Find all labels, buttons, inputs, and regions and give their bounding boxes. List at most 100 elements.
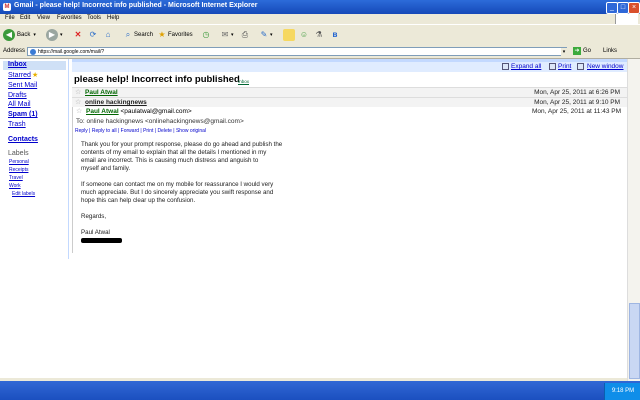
address-input[interactable]: https://mail.google.com/mail/? (27, 47, 567, 56)
message-sender: online hackingnews (85, 99, 147, 106)
vertical-scrollbar[interactable] (627, 59, 640, 381)
back-button[interactable]: ◀ Back ▾ (3, 28, 36, 42)
refresh-button[interactable]: ⟳ (87, 28, 99, 42)
research-icon: ⚗ (315, 30, 323, 39)
print-link[interactable]: Print (558, 63, 571, 70)
history-button[interactable]: ◷ (200, 28, 212, 42)
star-icon: ★ (31, 72, 39, 79)
close-button[interactable]: × (628, 2, 640, 14)
message-body-line: Regards, (81, 213, 107, 220)
menu-file[interactable]: File (5, 15, 15, 21)
address-dropdown-icon[interactable]: ▾ (561, 48, 567, 56)
message-row-collapsed[interactable]: ☆ Paul Atwal Mon, Apr 25, 2011 at 6:26 P… (72, 87, 627, 97)
message-row-collapsed[interactable]: ☆ online hackingnews Mon, Apr 25, 2011 a… (72, 97, 627, 107)
open-message: ☆ Paul Atwal <paulatwal@gmail.com> Mon, … (72, 107, 628, 253)
message-sender[interactable]: Paul Atwal (86, 108, 119, 115)
home-button[interactable]: ⌂ (102, 28, 114, 42)
bluetooth-button[interactable]: ʙ (329, 28, 341, 42)
label-work[interactable]: Work (9, 183, 21, 189)
mail-button[interactable]: ✉ ▾ (219, 28, 234, 42)
edit-labels-link[interactable]: Edit labels (12, 191, 35, 197)
forward-arrow-icon: ▶ (46, 29, 58, 41)
message-signature: Paul Atwal (81, 229, 110, 236)
star-toggle-icon[interactable]: ☆ (75, 88, 81, 96)
message-sender-line: Paul Atwal <paulatwal@gmail.com> (86, 108, 192, 115)
message-body-line: email are incorrect. This is causing muc… (81, 157, 259, 164)
chevron-down-icon[interactable]: ▾ (60, 32, 63, 38)
message-sender-email: <paulatwal@gmail.com> (120, 108, 192, 115)
print-toolbar-button[interactable]: ⎙ (239, 28, 251, 42)
message-body-line: hope this can help clear up the confusio… (81, 197, 196, 204)
favorites-star-icon: ★ (158, 30, 166, 39)
menu-tools[interactable]: Tools (87, 15, 101, 21)
home-icon: ⌂ (105, 30, 111, 39)
discuss-button[interactable] (283, 28, 295, 42)
bluetooth-icon: ʙ (332, 30, 338, 39)
favorites-button[interactable]: ★ Favorites (156, 28, 193, 42)
message-recipients: To: online hackingnews <onlinehackingnew… (76, 118, 244, 125)
labels-heading: Labels (8, 150, 29, 157)
sidebar-item-all-mail[interactable]: All Mail (8, 101, 31, 108)
printer-icon: ⎙ (241, 30, 249, 39)
back-arrow-icon: ◀ (3, 29, 15, 41)
address-bar: Address https://mail.google.com/mail/? ▾… (0, 46, 640, 59)
label-travel[interactable]: Travel (9, 175, 23, 181)
label-personal[interactable]: Personal (9, 159, 29, 165)
messenger-button[interactable]: ☺ (298, 28, 310, 42)
windows-taskbar: 9:18 PM (0, 381, 640, 400)
edit-button[interactable]: ✎ ▾ (258, 28, 273, 42)
print-icon (549, 63, 556, 70)
sidebar-item-contacts[interactable]: Contacts (8, 136, 38, 143)
address-label: Address (3, 48, 26, 54)
chevron-down-icon[interactable]: ▾ (33, 32, 36, 38)
message-sender: Paul Atwal (85, 89, 118, 96)
chevron-down-icon[interactable]: ▾ (231, 32, 234, 38)
menu-help[interactable]: Help (107, 15, 119, 21)
thread-label-inbox[interactable]: Inbox (238, 79, 249, 84)
go-button[interactable]: ➜ Go (573, 47, 591, 55)
refresh-icon: ⟳ (89, 30, 97, 39)
search-icon: ⌕ (125, 30, 131, 39)
discuss-icon (283, 29, 295, 41)
message-body-line: If someone can contact me on my mobile f… (81, 181, 274, 188)
menu-favorites[interactable]: Favorites (57, 15, 82, 21)
stop-icon: ✕ (74, 30, 82, 39)
new-window-link[interactable]: New window (587, 63, 624, 70)
windows-flag-icon (615, 14, 638, 24)
expand-all-link[interactable]: Expand all (511, 63, 541, 70)
research-button[interactable]: ⚗ (313, 28, 325, 42)
thread-subject: please help! Incorrect info published (74, 74, 240, 85)
message-actions[interactable]: Reply | Reply to all | Forward | Print |… (75, 128, 206, 134)
sidebar-divider (68, 59, 69, 259)
messenger-icon: ☺ (299, 30, 309, 39)
chevron-down-icon[interactable]: ▾ (270, 32, 273, 38)
search-button[interactable]: ⌕ Search (122, 28, 153, 42)
forward-button[interactable]: ▶ ▾ (46, 28, 63, 42)
message-date: Mon, Apr 25, 2011 at 9:10 PM (534, 99, 620, 106)
ie-page-icon (30, 49, 36, 55)
menu-edit[interactable]: Edit (20, 15, 30, 21)
edit-icon: ✎ (260, 30, 268, 39)
address-url: https://mail.google.com/mail/? (38, 49, 105, 55)
label-receipts[interactable]: Receipts (9, 167, 28, 173)
favorites-label: Favorites (168, 32, 193, 38)
go-arrow-icon: ➜ (573, 47, 581, 55)
star-toggle-icon[interactable]: ☆ (76, 107, 82, 115)
menu-view[interactable]: View (37, 15, 50, 21)
message-date: Mon, Apr 25, 2011 at 6:26 PM (534, 89, 620, 96)
sidebar-item-drafts[interactable]: Drafts (8, 92, 27, 99)
links-toolbar[interactable]: Links (603, 48, 617, 54)
sidebar-item-inbox[interactable]: Inbox (8, 61, 27, 68)
sidebar-item-spam[interactable]: Spam (1) (8, 111, 38, 118)
system-tray-clock: 9:18 PM (604, 383, 640, 400)
scrollbar-thumb[interactable] (629, 303, 640, 379)
stop-button[interactable]: ✕ (72, 28, 84, 42)
message-body-line: much appreciate. But I do sincerely appr… (81, 189, 274, 196)
thread-toolbar (72, 62, 627, 72)
sidebar-item-starred-label: Starred (8, 72, 31, 79)
back-label: Back (17, 32, 31, 38)
sidebar-item-trash[interactable]: Trash (8, 121, 26, 128)
sidebar-item-sent[interactable]: Sent Mail (8, 82, 37, 89)
star-toggle-icon[interactable]: ☆ (75, 98, 81, 106)
sidebar-item-starred[interactable]: Starred★ (8, 71, 38, 79)
